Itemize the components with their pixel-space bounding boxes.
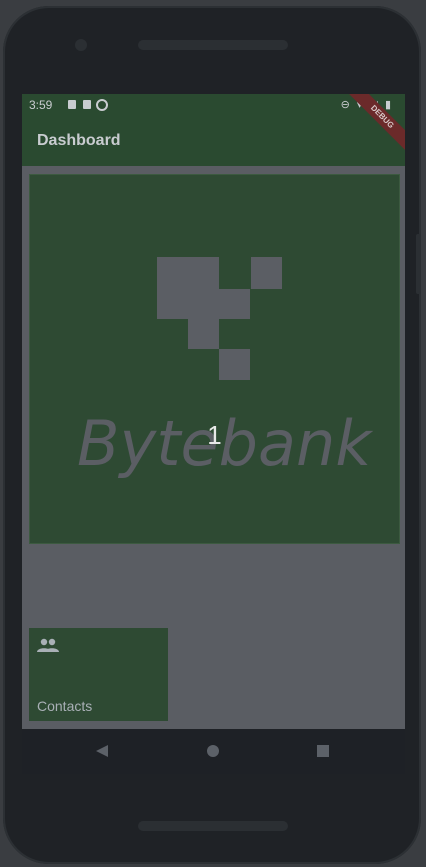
bottom-speaker [138, 821, 288, 831]
phone-frame: 3:59 ⊖ ▾ ◢ ▮ Dashboard DEBUG Bytebank [3, 6, 421, 864]
top-speaker [138, 40, 288, 50]
bytebank-logo-panel: Bytebank 1 [29, 174, 400, 544]
app-bar: Dashboard [22, 116, 405, 166]
power-button[interactable] [416, 234, 421, 294]
system-nav-bar [22, 729, 405, 774]
screen: 3:59 ⊖ ▾ ◢ ▮ Dashboard DEBUG Bytebank [22, 94, 405, 774]
home-icon[interactable] [207, 745, 219, 757]
people-icon [37, 638, 59, 652]
bytebank-logo-icon: Bytebank [77, 257, 373, 480]
sd-card-icon [83, 100, 91, 109]
sim-icon [68, 100, 76, 109]
contacts-label: Contacts [37, 698, 93, 714]
camera-icon [75, 39, 87, 51]
sync-icon [96, 99, 108, 111]
recents-icon[interactable] [317, 745, 329, 757]
status-bar: 3:59 ⊖ ▾ ◢ ▮ [22, 94, 405, 116]
contacts-card[interactable]: Contacts [29, 628, 168, 721]
status-time: 3:59 [29, 98, 53, 112]
overlay-number: 1 [207, 420, 222, 450]
page-title: Dashboard [37, 132, 121, 149]
back-icon[interactable] [95, 744, 109, 758]
